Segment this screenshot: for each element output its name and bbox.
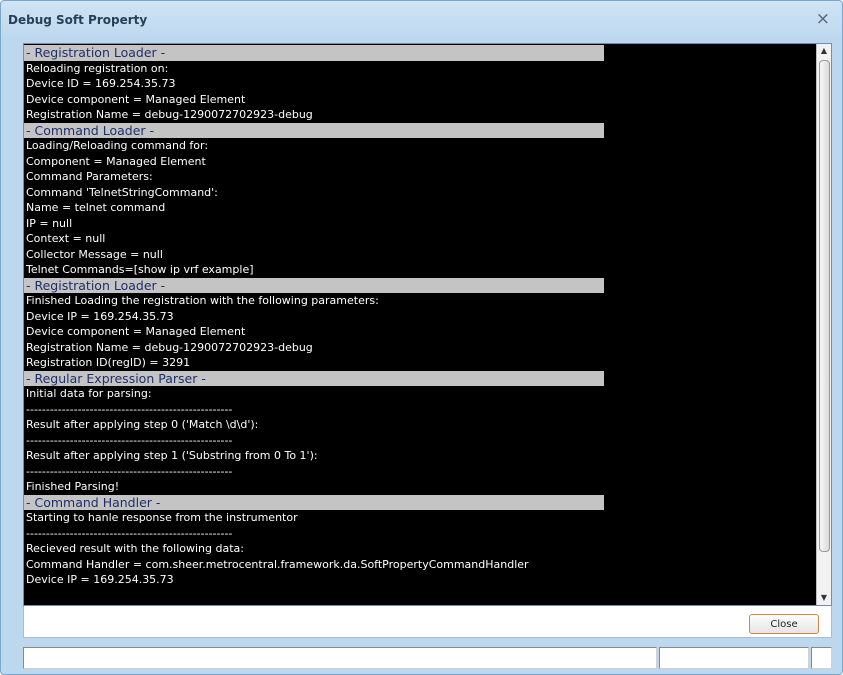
log-line: Initial data for parsing:: [26, 387, 152, 400]
log-line: Context = null: [26, 232, 106, 245]
log-line: Loading/Reloading command for:: [26, 139, 209, 152]
title-bar[interactable]: Debug Soft Property ×: [1, 1, 842, 35]
log-line: Telnet Commands=[show ip vrf example]: [26, 263, 254, 276]
scroll-down-icon[interactable]: ▼: [817, 591, 831, 605]
log-line: Device IP = 169.254.35.73: [26, 309, 174, 323]
status-field-main: [23, 647, 657, 669]
debug-console[interactable]: - Registration Loader - Reloading registr…: [23, 43, 832, 606]
log-line: Command Handler = com.sheer.metrocentral…: [26, 557, 529, 571]
log-line: Reloading registration on:: [26, 61, 169, 75]
log-line: Starting to hanle response from the inst…: [26, 511, 298, 524]
log-line: Name = telnet command: [26, 201, 166, 214]
close-button[interactable]: Close: [749, 614, 819, 634]
section-header: - Registration Loader -: [24, 277, 604, 293]
log-line: Command 'TelnetStringCommand':: [26, 185, 218, 199]
section-header: - Command Loader -: [24, 122, 604, 138]
log-line: Collector Message = null: [26, 247, 163, 261]
log-line: Device IP = 169.254.35.73: [26, 573, 174, 586]
log-line: IP = null: [26, 216, 73, 230]
log-line: Device component = Managed Element: [26, 325, 246, 338]
log-line: Recieved result with the following data:: [26, 542, 244, 555]
scroll-up-icon[interactable]: ▲: [817, 44, 831, 58]
log-line: Component = Managed Element: [26, 154, 206, 168]
section-header: - Registration Loader -: [24, 45, 604, 61]
log-line: Registration ID(regID) = 3291: [26, 356, 191, 369]
log-line: ----------------------------------------…: [26, 464, 233, 478]
status-field-small: [811, 647, 832, 669]
scrollbar-thumb[interactable]: [819, 60, 830, 552]
log-line: ----------------------------------------…: [26, 402, 233, 416]
section-header: - Command Handler -: [24, 494, 604, 510]
log-line: Device ID = 169.254.35.73: [26, 77, 176, 90]
log-line: ----------------------------------------…: [26, 526, 233, 540]
section-header: - Regular Expression Parser -: [24, 370, 604, 386]
debug-soft-property-dialog: Debug Soft Property × - Registration Loa…: [0, 0, 843, 675]
log-line: Registration Name = debug-1290072702923-…: [26, 108, 313, 121]
vertical-scrollbar[interactable]: ▲ ▼: [816, 44, 831, 605]
window-title: Debug Soft Property: [8, 13, 148, 27]
log-line: Finished Loading the registration with t…: [26, 294, 379, 307]
log-line: Result after applying step 0 ('Match \d\…: [26, 418, 259, 431]
button-panel: Close: [23, 606, 832, 638]
log-line: Result after applying step 1 ('Substring…: [26, 449, 318, 462]
log-line: Finished Parsing!: [26, 480, 120, 493]
log-line: Command Parameters:: [26, 170, 153, 183]
close-icon[interactable]: ×: [816, 9, 830, 29]
console-log: - Registration Loader - Reloading registr…: [24, 45, 818, 588]
log-line: Device component = Managed Element: [26, 92, 246, 106]
log-line: ----------------------------------------…: [26, 433, 233, 447]
status-field-secondary: [659, 647, 809, 669]
log-line: Registration Name = debug-1290072702923-…: [26, 340, 313, 354]
